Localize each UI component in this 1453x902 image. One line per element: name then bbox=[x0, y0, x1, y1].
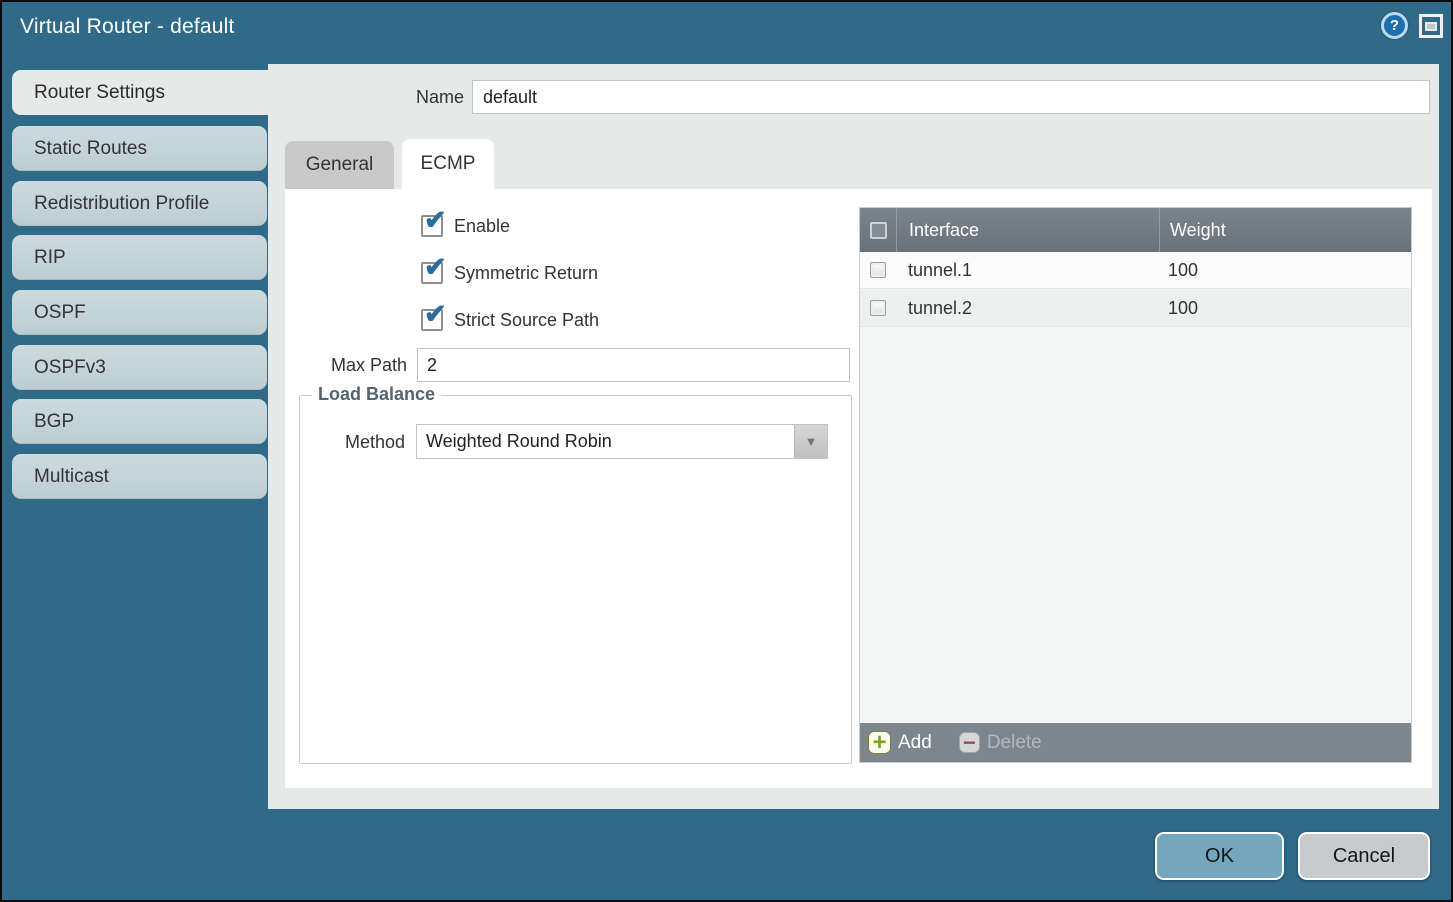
strict-source-path-label: Strict Source Path bbox=[454, 310, 599, 331]
row-checkbox[interactable] bbox=[870, 300, 886, 316]
add-icon[interactable]: + bbox=[868, 731, 891, 754]
window-restore-icon[interactable] bbox=[1419, 14, 1443, 38]
sidebar-item-ospfv3[interactable]: OSPFv3 bbox=[12, 345, 267, 390]
max-path-label: Max Path bbox=[285, 355, 407, 376]
table-header: Interface Weight bbox=[860, 208, 1411, 252]
name-label: Name bbox=[268, 87, 464, 108]
check-icon: ✔ bbox=[424, 254, 447, 281]
dialog-title: Virtual Router - default bbox=[20, 15, 235, 39]
delete-button[interactable]: − Delete bbox=[959, 732, 1042, 754]
interface-cell: tunnel.1 bbox=[896, 260, 1158, 281]
row-checkbox-cell bbox=[860, 262, 896, 278]
strict-source-path-checkbox-row: ✔ Strict Source Path bbox=[421, 308, 599, 332]
check-icon: ✔ bbox=[424, 207, 447, 234]
row-checkbox[interactable] bbox=[870, 262, 886, 278]
enable-checkbox-row: ✔ Enable bbox=[421, 214, 510, 238]
table-row[interactable]: tunnel.1 100 bbox=[860, 252, 1411, 289]
sidebar-item-rip[interactable]: RIP bbox=[12, 235, 267, 280]
add-button[interactable]: Add bbox=[898, 732, 932, 754]
sidebar-item-multicast[interactable]: Multicast bbox=[12, 454, 267, 499]
strict-source-path-checkbox[interactable]: ✔ bbox=[421, 309, 443, 331]
method-label: Method bbox=[286, 432, 405, 453]
tab-general[interactable]: General bbox=[285, 141, 394, 189]
sidebar-item-static-routes[interactable]: Static Routes bbox=[12, 126, 267, 171]
chevron-down-icon[interactable]: ▼ bbox=[794, 425, 827, 458]
delete-icon: − bbox=[959, 732, 980, 753]
load-balance-fieldset: Load Balance Method Weighted Round Robin… bbox=[299, 395, 852, 764]
enable-checkbox[interactable]: ✔ bbox=[421, 215, 443, 237]
method-dropdown[interactable]: Weighted Round Robin ▼ bbox=[416, 424, 828, 459]
name-input[interactable] bbox=[472, 80, 1430, 114]
weight-cell: 100 bbox=[1158, 298, 1411, 319]
load-balance-legend: Load Balance bbox=[312, 384, 441, 405]
interface-column-header[interactable]: Interface bbox=[897, 220, 1159, 241]
sidebar-item-ospf[interactable]: OSPF bbox=[12, 290, 267, 335]
sidebar-item-redistribution-profile[interactable]: Redistribution Profile bbox=[12, 181, 267, 226]
weight-cell: 100 bbox=[1158, 260, 1411, 281]
interface-cell: tunnel.2 bbox=[896, 298, 1158, 319]
symmetric-return-label: Symmetric Return bbox=[454, 263, 598, 284]
help-icon[interactable]: ? bbox=[1381, 12, 1408, 39]
header-checkbox-cell bbox=[860, 222, 896, 239]
sidebar-item-bgp[interactable]: BGP bbox=[12, 399, 267, 444]
check-icon: ✔ bbox=[424, 301, 447, 328]
table-row[interactable]: tunnel.2 100 bbox=[860, 290, 1411, 327]
enable-label: Enable bbox=[454, 216, 510, 237]
tab-ecmp[interactable]: ECMP bbox=[402, 139, 494, 189]
delete-button-label: Delete bbox=[987, 732, 1042, 754]
method-dropdown-value: Weighted Round Robin bbox=[417, 425, 794, 458]
weight-column-header[interactable]: Weight bbox=[1160, 220, 1411, 241]
symmetric-return-checkbox[interactable]: ✔ bbox=[421, 262, 443, 284]
sidebar-item-router-settings[interactable]: Router Settings bbox=[12, 70, 269, 115]
interface-table: Interface Weight tunnel.1 100 tunnel.2 bbox=[859, 207, 1412, 763]
ecmp-panel: ✔ Enable ✔ Symmetric Return ✔ Strict Sou… bbox=[285, 189, 1432, 788]
ok-button[interactable]: OK bbox=[1155, 832, 1284, 880]
window-restore-icon-inner bbox=[1425, 22, 1437, 31]
max-path-input[interactable] bbox=[417, 348, 850, 382]
virtual-router-dialog: Virtual Router - default ? Router Settin… bbox=[0, 0, 1453, 902]
content-area: Name General ECMP ✔ Enable ✔ Symmetric R… bbox=[268, 64, 1439, 809]
table-toolbar: + Add − Delete bbox=[860, 723, 1411, 762]
row-checkbox-cell bbox=[860, 300, 896, 316]
select-all-checkbox[interactable] bbox=[870, 222, 887, 239]
symmetric-return-checkbox-row: ✔ Symmetric Return bbox=[421, 261, 598, 285]
cancel-button[interactable]: Cancel bbox=[1298, 832, 1430, 880]
